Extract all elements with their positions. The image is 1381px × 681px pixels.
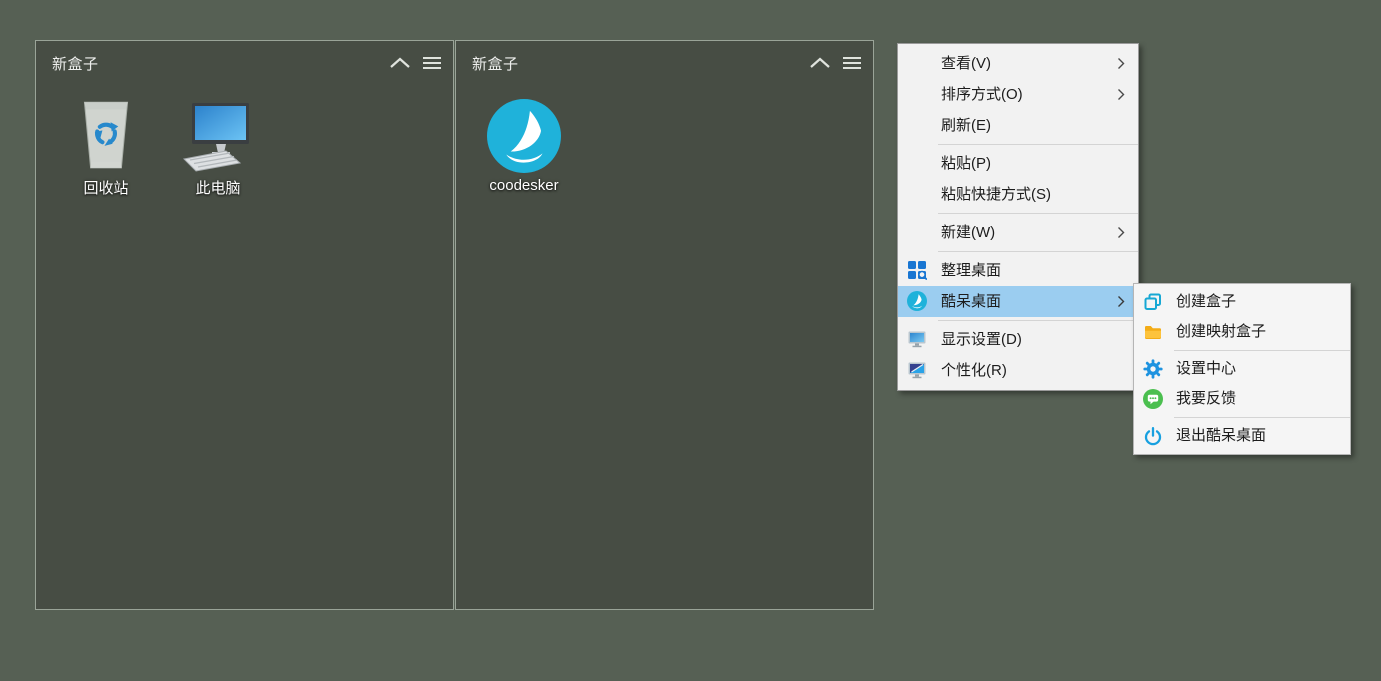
desktop-icon-recycle-bin[interactable]: 回收站 <box>56 91 156 198</box>
collapse-box-button[interactable] <box>389 56 411 70</box>
desktop-box-1: 新盒子 <box>35 40 454 610</box>
this-pc-icon <box>168 91 268 173</box>
desktop-icon-coodesker[interactable]: coodesker <box>474 91 574 194</box>
menu-item-label: 显示设置(D) <box>941 331 1022 348</box>
display-settings-icon <box>907 329 927 349</box>
coodesker-icon <box>907 291 927 311</box>
menu-item-label: 整理桌面 <box>941 262 1001 279</box>
desktop-icon-this-pc[interactable]: 此电脑 <box>168 91 268 198</box>
create-box-icon <box>1143 292 1163 312</box>
submenu-item-exit-coodesker[interactable]: 退出酷呆桌面 <box>1134 421 1350 451</box>
menu-item-label: 查看(V) <box>941 55 991 72</box>
menu-item-refresh[interactable]: 刷新(E) <box>898 110 1138 141</box>
menu-item-new[interactable]: 新建(W) <box>898 217 1138 248</box>
menu-item-label: 创建盒子 <box>1176 293 1236 310</box>
submenu-item-create-box[interactable]: 创建盒子 <box>1134 287 1350 317</box>
hamburger-icon <box>841 55 863 71</box>
icon-label: 回收站 <box>56 177 156 198</box>
menu-separator <box>938 144 1138 145</box>
menu-item-view[interactable]: 查看(V) <box>898 48 1138 79</box>
submenu-arrow-icon <box>1117 57 1125 70</box>
collapse-box-button[interactable] <box>809 56 831 70</box>
menu-item-label: 设置中心 <box>1176 360 1236 377</box>
menu-item-label: 排序方式(O) <box>941 86 1023 103</box>
menu-item-personalize[interactable]: 个性化(R) <box>898 355 1138 386</box>
desktop[interactable]: { "boxes": [ { "title": "新盒子", "icons": … <box>0 0 1381 681</box>
menu-item-label: 我要反馈 <box>1176 390 1236 407</box>
submenu-arrow-icon <box>1117 295 1125 308</box>
chevron-up-icon <box>809 56 831 70</box>
menu-separator <box>1174 350 1350 351</box>
menu-item-sort-by[interactable]: 排序方式(O) <box>898 79 1138 110</box>
desktop-box-2: 新盒子 coodesker <box>455 40 874 610</box>
chevron-up-icon <box>389 56 411 70</box>
feedback-icon <box>1143 389 1163 409</box>
menu-separator <box>1174 417 1350 418</box>
menu-item-label: 粘贴(P) <box>941 155 991 172</box>
menu-item-label: 个性化(R) <box>941 362 1007 379</box>
box-title: 新盒子 <box>472 53 519 74</box>
menu-separator <box>938 251 1138 252</box>
menu-item-label: 酷呆桌面 <box>941 293 1001 310</box>
menu-item-label: 新建(W) <box>941 224 995 241</box>
menu-item-paste[interactable]: 粘贴(P) <box>898 148 1138 179</box>
hamburger-icon <box>421 55 443 71</box>
box-menu-button[interactable] <box>841 55 863 71</box>
icon-label: 此电脑 <box>168 177 268 198</box>
menu-item-display-settings[interactable]: 显示设置(D) <box>898 324 1138 355</box>
recycle-bin-icon <box>56 91 156 173</box>
menu-separator <box>938 320 1138 321</box>
box-title: 新盒子 <box>52 53 99 74</box>
menu-item-label: 创建映射盒子 <box>1176 323 1266 340</box>
organize-desktop-icon <box>907 260 927 280</box>
menu-item-coodesker[interactable]: 酷呆桌面 <box>898 286 1138 317</box>
submenu-item-create-mapped-box[interactable]: 创建映射盒子 <box>1134 317 1350 347</box>
submenu-arrow-icon <box>1117 88 1125 101</box>
menu-separator <box>938 213 1138 214</box>
create-mapped-box-icon <box>1143 322 1163 342</box>
coodesker-logo-icon <box>474 91 574 173</box>
menu-item-label: 粘贴快捷方式(S) <box>941 186 1051 203</box>
submenu-arrow-icon <box>1117 226 1125 239</box>
menu-item-label: 退出酷呆桌面 <box>1176 427 1266 444</box>
personalize-icon <box>907 360 927 380</box>
desktop-context-menu: 查看(V) 排序方式(O) 刷新(E) 粘贴(P) 粘贴快捷方式(S) 新建(W… <box>897 43 1139 391</box>
menu-item-paste-shortcut[interactable]: 粘贴快捷方式(S) <box>898 179 1138 210</box>
submenu-item-feedback[interactable]: 我要反馈 <box>1134 384 1350 414</box>
exit-coodesker-icon <box>1143 426 1163 446</box>
settings-center-icon <box>1143 359 1163 379</box>
box-menu-button[interactable] <box>421 55 443 71</box>
icon-label: coodesker <box>474 177 574 194</box>
submenu-item-settings-center[interactable]: 设置中心 <box>1134 354 1350 384</box>
menu-item-label: 刷新(E) <box>941 117 991 134</box>
menu-item-organize-desktop[interactable]: 整理桌面 <box>898 255 1138 286</box>
coodesker-submenu: 创建盒子 创建映射盒子 <box>1133 283 1351 455</box>
